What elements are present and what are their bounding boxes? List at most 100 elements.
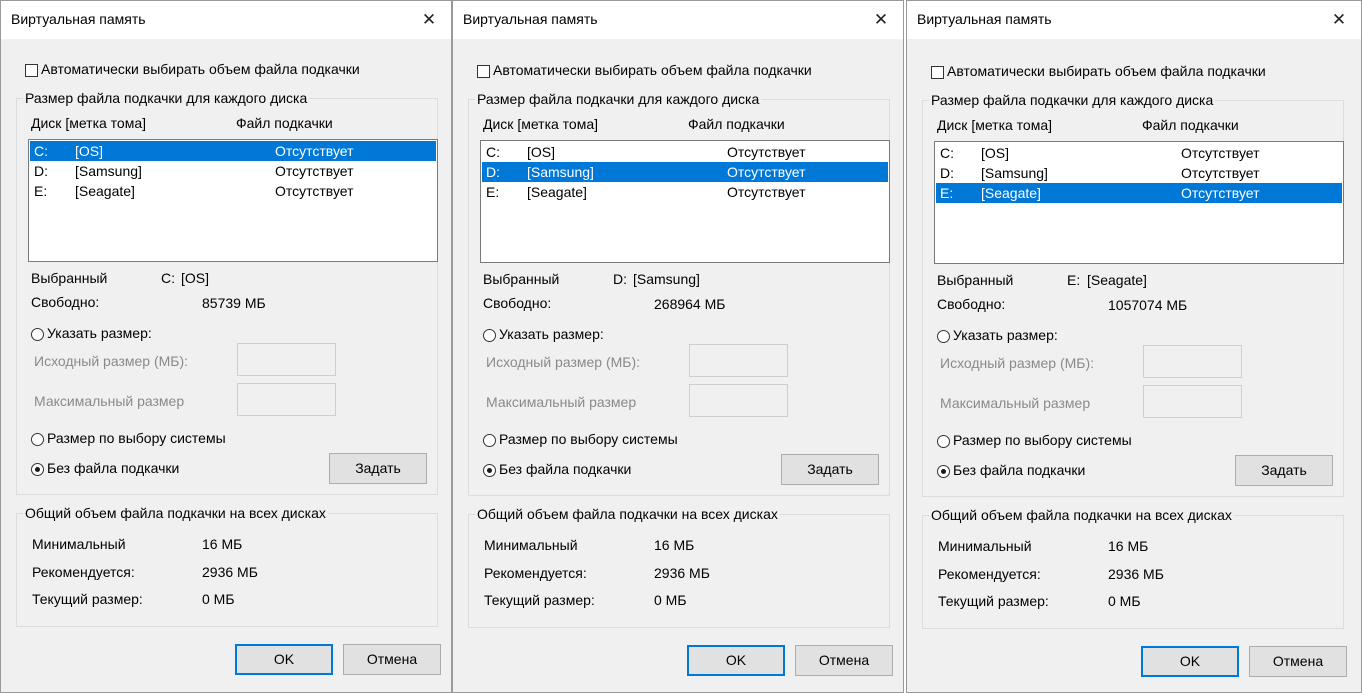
drive-label: [OS] — [981, 145, 1010, 161]
initial-size-label: Исходный размер (МБ): — [486, 354, 641, 370]
drive-letter: E: — [940, 185, 954, 201]
column-header-pagefile[interactable]: Файл подкачки — [236, 115, 333, 131]
recommended-value: 2936 МБ — [1108, 566, 1164, 582]
auto-manage-label: Автоматически выбирать объем файла подка… — [493, 62, 812, 78]
recommended-caption: Рекомендуется: — [484, 565, 587, 581]
drive-letter: C: — [940, 145, 954, 161]
drive-row[interactable]: C: [OS] Отсутствует — [482, 142, 888, 162]
selected-drive-letter: C: — [161, 270, 175, 286]
initial-size-input[interactable] — [689, 344, 788, 377]
selected-caption: Выбранный — [937, 272, 1014, 288]
recommended-value: 2936 МБ — [654, 565, 710, 581]
system-managed-radio[interactable] — [937, 435, 950, 448]
custom-size-label: Указать размер: — [499, 326, 604, 342]
per-disk-group-title: Размер файла подкачки для каждого диска — [929, 92, 1216, 108]
initial-size-input[interactable] — [237, 343, 336, 376]
drive-letter: C: — [486, 144, 500, 160]
max-size-input[interactable] — [237, 383, 336, 416]
drive-label: [Seagate] — [527, 184, 587, 200]
column-header-disk[interactable]: Диск [метка тома] — [937, 117, 1052, 133]
drive-pagefile: Отсутствует — [275, 183, 354, 199]
drive-pagefile: Отсутствует — [275, 143, 354, 159]
drive-list[interactable]: C: [OS] Отсутствует D: [Samsung] Отсутст… — [28, 139, 438, 262]
auto-manage-checkbox[interactable] — [477, 65, 490, 78]
minimum-value: 16 МБ — [654, 537, 695, 553]
drive-row[interactable]: E: [Seagate] Отсутствует — [30, 181, 436, 201]
minimum-caption: Минимальный — [32, 536, 126, 552]
max-size-input[interactable] — [689, 384, 788, 417]
custom-size-radio[interactable] — [31, 328, 44, 341]
system-managed-label: Размер по выбору системы — [499, 431, 678, 447]
close-icon[interactable]: ✕ — [415, 7, 443, 33]
close-icon[interactable]: ✕ — [867, 7, 895, 33]
drive-list[interactable]: C: [OS] Отсутствует D: [Samsung] Отсутст… — [934, 141, 1344, 264]
custom-size-radio[interactable] — [483, 329, 496, 342]
drive-letter: E: — [34, 183, 48, 199]
ok-button[interactable]: OK — [235, 644, 333, 675]
max-size-input[interactable] — [1143, 385, 1242, 418]
no-pagefile-radio[interactable] — [31, 463, 44, 476]
drive-pagefile: Отсутствует — [1181, 145, 1260, 161]
drive-letter: D: — [940, 165, 954, 181]
drive-pagefile: Отсутствует — [275, 163, 354, 179]
drive-row[interactable]: C: [OS] Отсутствует — [30, 141, 436, 161]
initial-size-label: Исходный размер (МБ): — [34, 353, 189, 369]
ok-button[interactable]: OK — [1141, 646, 1239, 677]
drive-row[interactable]: D: [Samsung] Отсутствует — [30, 161, 436, 181]
per-disk-group-title: Размер файла подкачки для каждого диска — [23, 90, 310, 106]
free-space-caption: Свободно: — [937, 296, 1006, 312]
drive-row[interactable]: D: [Samsung] Отсутствует — [936, 163, 1342, 183]
auto-manage-checkbox[interactable] — [931, 66, 944, 79]
free-space-value: 85739 МБ — [202, 295, 266, 311]
current-size-value: 0 МБ — [202, 591, 235, 607]
max-size-label: Максимальный размер — [34, 393, 185, 409]
set-button[interactable]: Задать — [329, 453, 427, 484]
drive-label: [OS] — [75, 143, 104, 159]
system-managed-radio[interactable] — [31, 433, 44, 446]
column-header-disk[interactable]: Диск [метка тома] — [483, 116, 598, 132]
ok-button[interactable]: OK — [687, 645, 785, 676]
no-pagefile-label: Без файла подкачки — [953, 462, 1086, 478]
title-bar: Виртуальная память ✕ — [1, 1, 451, 39]
cancel-button[interactable]: Отмена — [1249, 646, 1347, 677]
drive-pagefile: Отсутствует — [1181, 165, 1260, 181]
column-header-pagefile[interactable]: Файл подкачки — [688, 116, 785, 132]
custom-size-label: Указать размер: — [47, 325, 152, 341]
drive-label: [OS] — [527, 144, 556, 160]
column-header-pagefile[interactable]: Файл подкачки — [1142, 117, 1239, 133]
column-header-disk[interactable]: Диск [метка тома] — [31, 115, 146, 131]
dialog-title: Виртуальная память — [11, 11, 146, 27]
drive-row[interactable]: C: [OS] Отсутствует — [936, 143, 1342, 163]
no-pagefile-radio[interactable] — [937, 465, 950, 478]
no-pagefile-radio[interactable] — [483, 464, 496, 477]
custom-size-radio[interactable] — [937, 330, 950, 343]
title-bar: Виртуальная память ✕ — [453, 1, 903, 39]
set-button[interactable]: Задать — [781, 454, 879, 485]
current-size-caption: Текущий размер: — [484, 592, 595, 608]
dialog-title: Виртуальная память — [463, 11, 598, 27]
drive-label: [Samsung] — [981, 165, 1048, 181]
minimum-value: 16 МБ — [202, 536, 243, 552]
drive-letter: D: — [486, 164, 500, 180]
initial-size-label: Исходный размер (МБ): — [940, 355, 1095, 371]
max-size-label: Максимальный размер — [486, 394, 637, 410]
dialog-title: Виртуальная память — [917, 11, 1052, 27]
auto-manage-checkbox[interactable] — [25, 64, 38, 77]
drive-label: [Seagate] — [75, 183, 135, 199]
free-space-value: 1057074 МБ — [1108, 297, 1188, 313]
system-managed-radio[interactable] — [483, 434, 496, 447]
drive-row[interactable]: E: [Seagate] Отсутствует — [482, 182, 888, 202]
drive-row[interactable]: D: [Samsung] Отсутствует — [482, 162, 888, 182]
total-group-title: Общий объем файла подкачки на всех диска… — [475, 506, 780, 522]
close-icon[interactable]: ✕ — [1325, 7, 1353, 33]
set-button[interactable]: Задать — [1235, 455, 1333, 486]
drive-letter: C: — [34, 143, 48, 159]
selected-caption: Выбранный — [31, 270, 108, 286]
selected-drive-letter: E: — [1067, 272, 1081, 288]
initial-size-input[interactable] — [1143, 345, 1242, 378]
cancel-button[interactable]: Отмена — [795, 645, 893, 676]
drive-row[interactable]: E: [Seagate] Отсутствует — [936, 183, 1342, 203]
drive-list[interactable]: C: [OS] Отсутствует D: [Samsung] Отсутст… — [480, 140, 890, 263]
cancel-button[interactable]: Отмена — [343, 644, 441, 675]
selected-drive-letter: D: — [613, 271, 627, 287]
